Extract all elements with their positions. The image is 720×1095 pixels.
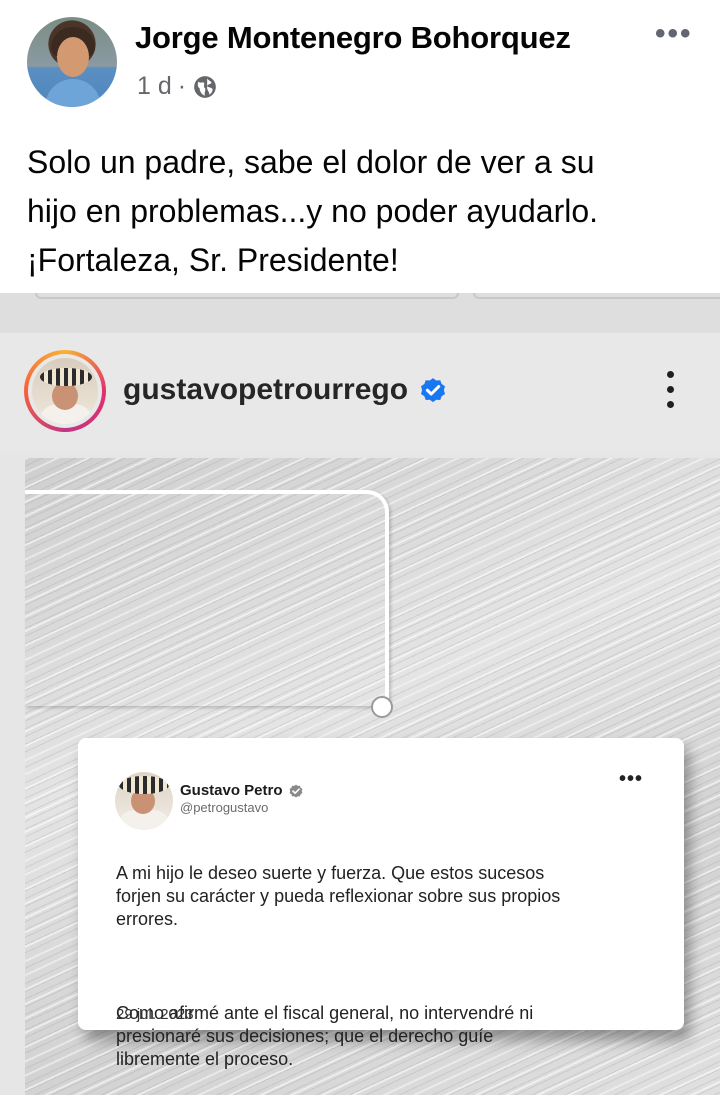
post-graphic: Gustavo Petro @petrogustavo ••• A mi hij… xyxy=(25,458,720,1095)
post-time[interactable]: 1 d xyxy=(137,72,172,101)
tweet-line: A mi hijo le deseo suerte y fuerza. Que … xyxy=(116,863,545,883)
tweet-line: presionaré sus decisiones; que el derech… xyxy=(116,1026,494,1046)
post-text-line: ¡Fortaleza, Sr. Presidente! xyxy=(27,242,399,278)
verified-badge-icon xyxy=(289,784,302,797)
tab-stub xyxy=(473,293,720,299)
tweet-line: errores. xyxy=(116,909,179,929)
connector-line xyxy=(25,490,389,706)
tweet-more-icon: ••• xyxy=(619,768,644,790)
verified-badge-icon xyxy=(421,378,446,403)
tweet-line: Como afirmé ante el fiscal general, no i… xyxy=(116,1003,534,1023)
tweet-avatar xyxy=(115,772,173,830)
tweet-author: Gustavo Petro xyxy=(180,782,304,799)
avatar-face xyxy=(57,37,89,77)
instagram-avatar-frame xyxy=(28,354,102,428)
instagram-header: gustavopetrourrego xyxy=(0,333,720,453)
globe-icon xyxy=(194,75,216,98)
tweet-card: Gustavo Petro @petrogustavo ••• A mi hij… xyxy=(78,738,684,1069)
tweet-line: forjen su carácter y pueda reflexionar s… xyxy=(116,886,561,906)
instagram-avatar xyxy=(32,358,98,424)
avatar-face xyxy=(52,382,78,410)
post-text-line: hijo en problemas...y no poder ayudarlo. xyxy=(27,193,599,229)
meta-separator: · xyxy=(177,72,187,100)
avatar-hat xyxy=(119,776,169,794)
tweet-handle: @petrogustavo xyxy=(180,800,269,815)
tweet-body: A mi hijo le deseo suerte y fuerza. Que … xyxy=(116,838,656,1095)
tweet-author-name: Gustavo Petro xyxy=(180,782,283,799)
vertical-ellipsis-icon[interactable] xyxy=(660,371,680,411)
post-meta: 1 d · xyxy=(137,72,218,101)
tab-stub xyxy=(35,293,459,299)
author-avatar[interactable] xyxy=(27,17,117,107)
connector-dot xyxy=(371,696,393,718)
story-ring[interactable] xyxy=(24,350,106,432)
instagram-username[interactable]: gustavopetrourrego xyxy=(123,373,448,407)
post-header: Jorge Montenegro Bohorquez 1 d · ••• xyxy=(0,0,720,120)
tweet-line: libremente el proceso. xyxy=(116,1049,294,1069)
avatar-hat xyxy=(40,368,92,386)
avatar-shirt xyxy=(45,79,101,107)
post-text-line: Solo un padre, sabe el dolor de ver a su xyxy=(27,144,595,180)
author-name[interactable]: Jorge Montenegro Bohorquez xyxy=(135,20,571,56)
shared-image[interactable]: gustavopetrourrego Gustavo Petro @petrog… xyxy=(0,293,720,1095)
post-text: Solo un padre, sabe el dolor de ver a su… xyxy=(27,138,707,285)
post-more-button[interactable]: ••• xyxy=(655,19,693,49)
username-text: gustavopetrourrego xyxy=(123,373,409,406)
top-strip xyxy=(0,293,720,333)
tweet-date: 29 jul. 2023 xyxy=(116,1006,194,1023)
